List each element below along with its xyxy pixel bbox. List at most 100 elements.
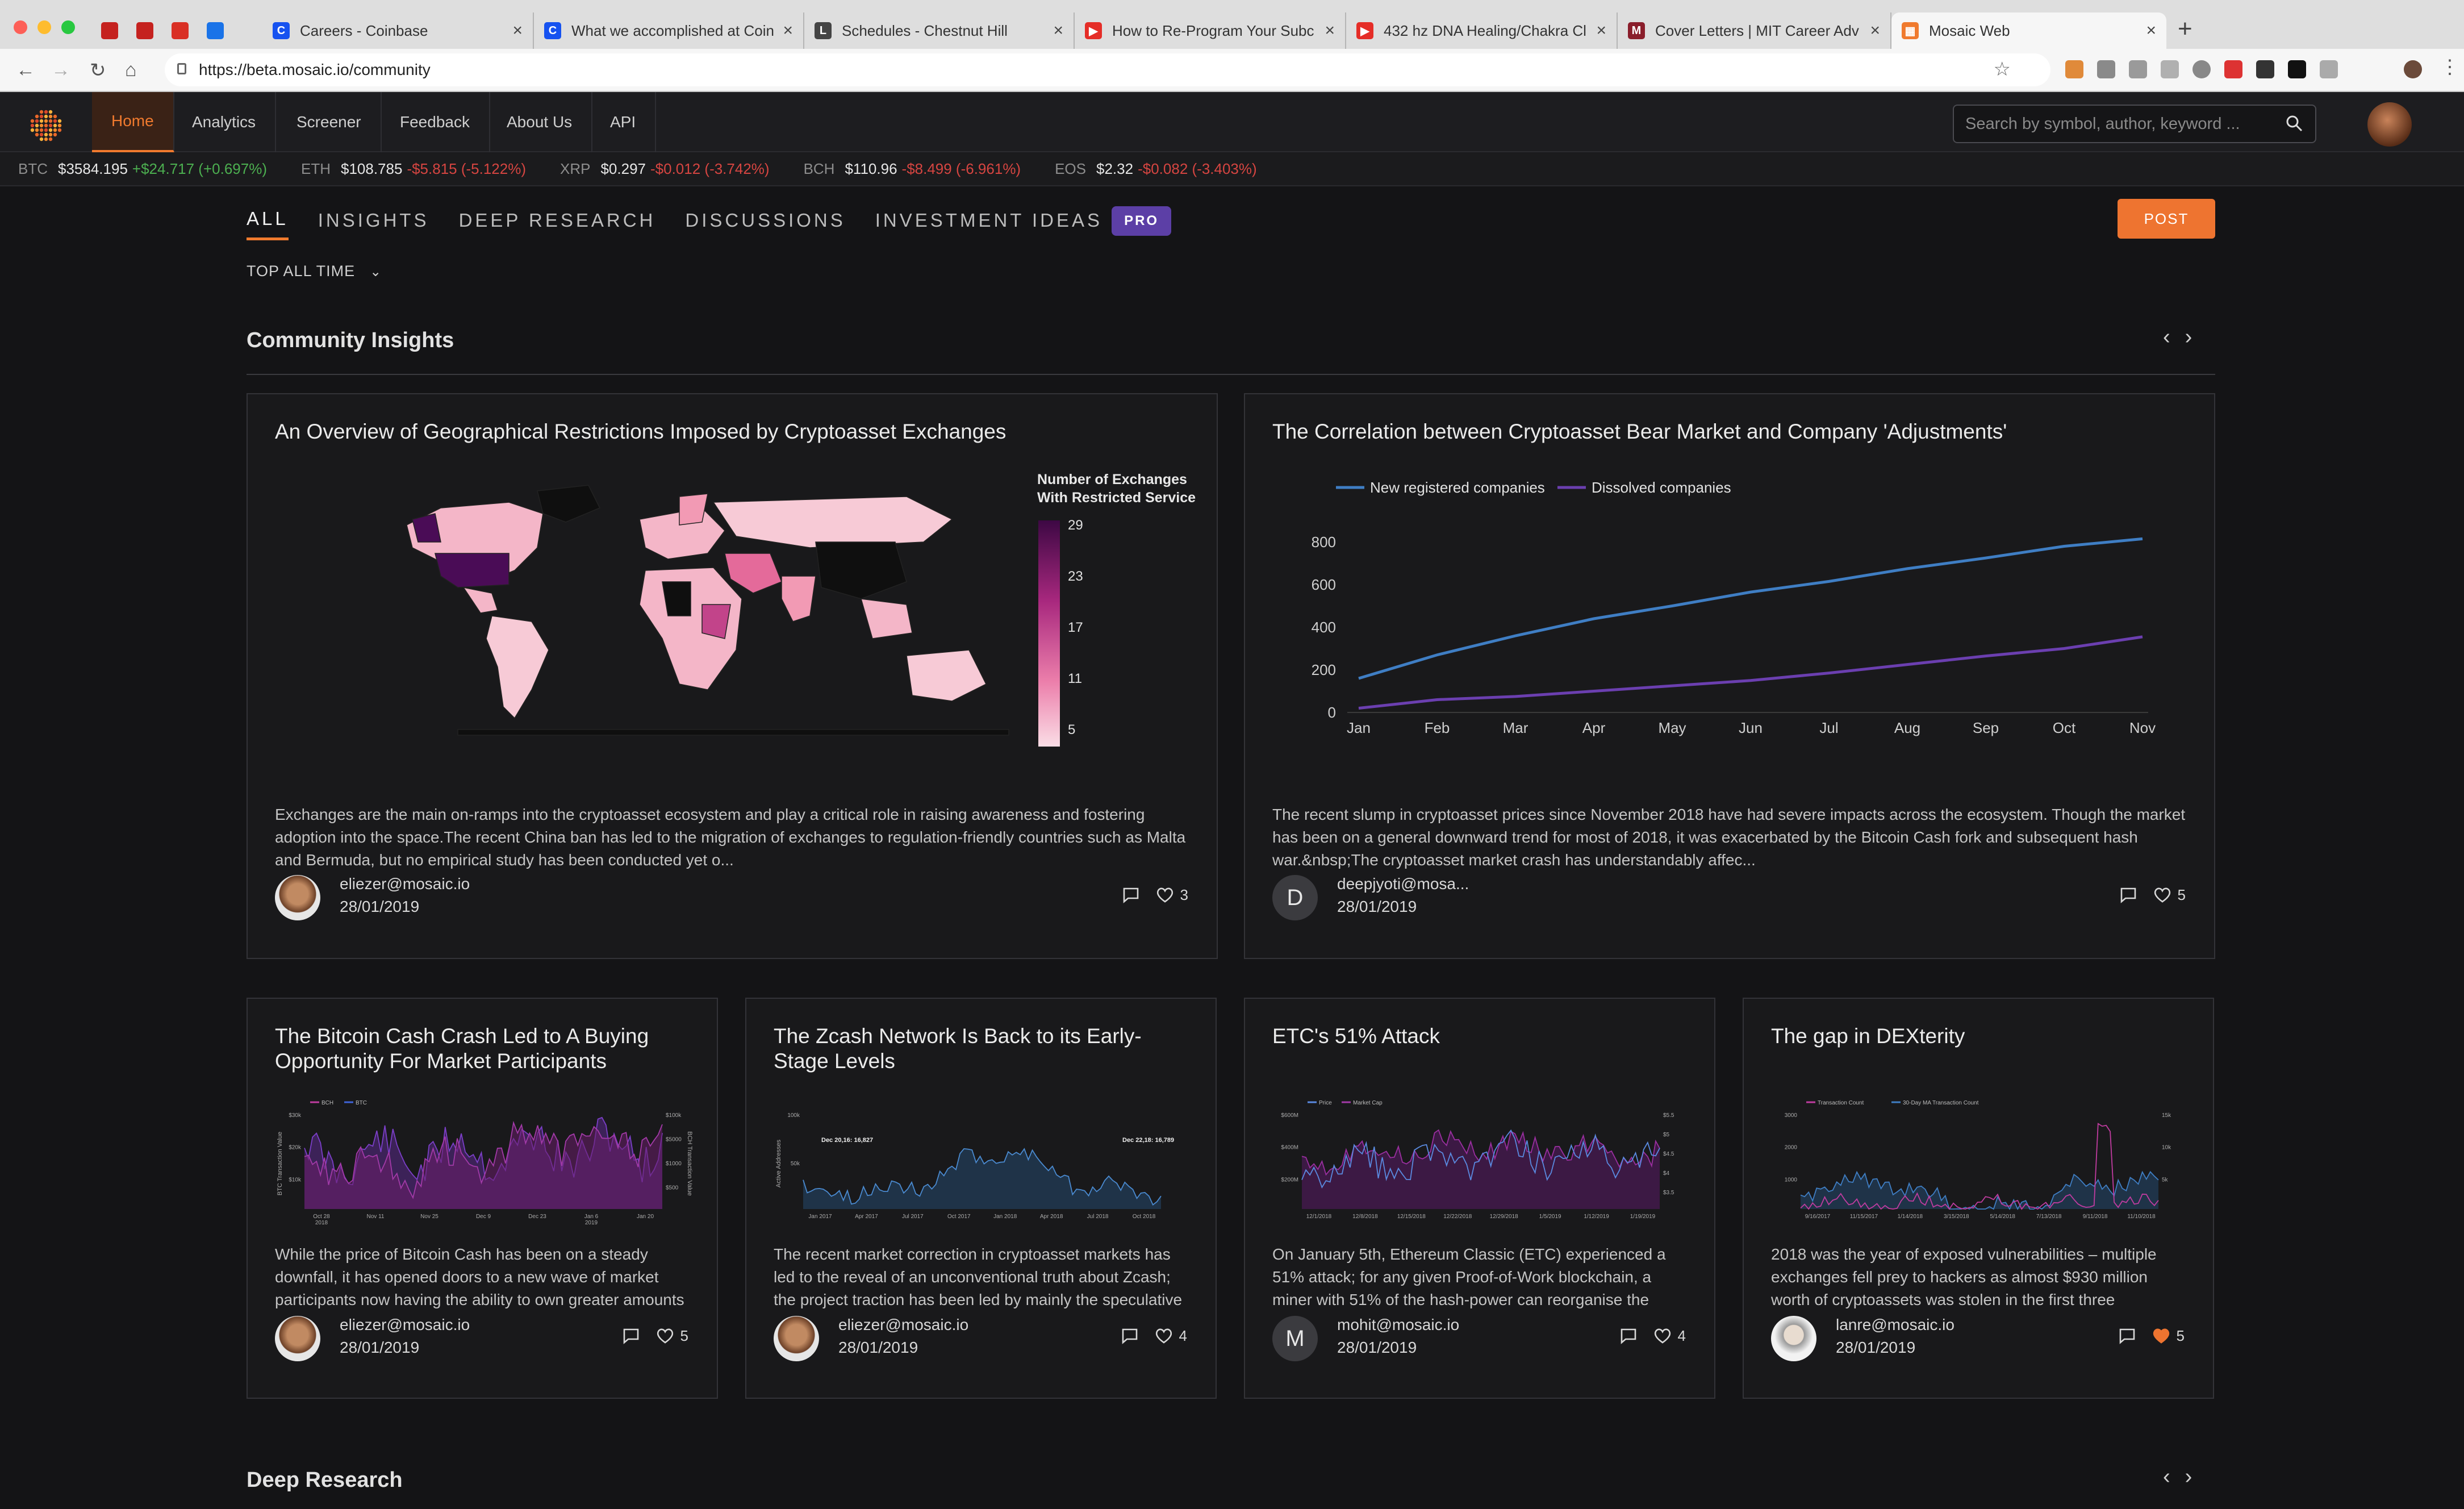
close-tab-icon[interactable]: × bbox=[1596, 21, 1606, 40]
search-input[interactable]: Search by symbol, author, keyword ... bbox=[1953, 105, 2316, 143]
browser-tab[interactable]: ▶ 432 hz DNA Healing/Chakra Cl × bbox=[1346, 12, 1618, 49]
close-tab-icon[interactable]: × bbox=[1325, 21, 1335, 40]
back-icon[interactable]: ← bbox=[16, 59, 35, 81]
browser-tab[interactable]: C Careers - Coinbase × bbox=[262, 12, 534, 49]
ticker-item[interactable]: XRP $0.297 -$0.012 (-3.742%) bbox=[560, 160, 770, 178]
profile-avatar-icon[interactable] bbox=[2404, 60, 2422, 78]
extension-icon[interactable] bbox=[2129, 60, 2147, 78]
author-avatar[interactable] bbox=[275, 875, 320, 920]
extension-icon[interactable] bbox=[2320, 60, 2338, 78]
filter-tab-all[interactable]: ALL bbox=[247, 208, 289, 240]
ticker-item[interactable]: BCH $110.96 -$8.499 (-6.961%) bbox=[804, 160, 1021, 178]
comment-icon[interactable] bbox=[621, 1326, 641, 1345]
like-heart-icon[interactable] bbox=[1154, 1326, 1173, 1345]
card-title[interactable]: ETC's 51% Attack bbox=[1272, 1024, 1692, 1049]
shield-icon[interactable] bbox=[2097, 60, 2115, 78]
author-email[interactable]: deepjyoti@mosa... bbox=[1337, 873, 1469, 895]
mosaic-logo[interactable] bbox=[27, 107, 65, 144]
browser-tab[interactable]: C What we accomplished at Coin × bbox=[534, 12, 804, 49]
insight-card[interactable]: The Bitcoin Cash Crash Led to A Buying O… bbox=[247, 998, 718, 1399]
new-tab-button[interactable]: + bbox=[2178, 15, 2192, 43]
extension-icon[interactable] bbox=[2288, 60, 2306, 78]
card-title[interactable]: The Correlation between Cryptoasset Bear… bbox=[1272, 419, 2191, 444]
author-avatar[interactable] bbox=[774, 1316, 819, 1361]
nav-analytics[interactable]: Analytics bbox=[173, 92, 277, 152]
chevron-right-icon[interactable]: › bbox=[2185, 325, 2207, 349]
comment-icon[interactable] bbox=[2119, 885, 2138, 904]
insight-card[interactable]: The Zcash Network Is Back to its Early-S… bbox=[745, 998, 1217, 1399]
nav-screener[interactable]: Screener bbox=[277, 92, 382, 152]
like-heart-icon[interactable] bbox=[2152, 1326, 2171, 1345]
search-icon[interactable] bbox=[2286, 115, 2303, 132]
extension-icon[interactable] bbox=[2065, 60, 2083, 78]
sort-dropdown[interactable]: TOP ALL TIME ⌄ bbox=[247, 262, 382, 280]
browser-tab[interactable] bbox=[91, 12, 126, 49]
ticker-item[interactable]: ETH $108.785 -$5.815 (-5.122%) bbox=[301, 160, 526, 178]
author-email[interactable]: eliezer@mosaic.io bbox=[838, 1314, 968, 1336]
ticker-item[interactable]: BTC $3584.195 +$24.717 (+0.697%) bbox=[18, 160, 267, 178]
extension-icon[interactable] bbox=[2224, 60, 2242, 78]
forward-icon[interactable]: → bbox=[51, 59, 70, 81]
post-button[interactable]: POST bbox=[2118, 199, 2215, 239]
insight-card[interactable]: The Correlation between Cryptoasset Bear… bbox=[1244, 393, 2215, 959]
author-avatar[interactable] bbox=[1771, 1316, 1816, 1361]
nav-home[interactable]: Home bbox=[92, 92, 174, 152]
comment-icon[interactable] bbox=[1619, 1326, 1638, 1345]
card-title[interactable]: The Bitcoin Cash Crash Led to A Buying O… bbox=[275, 1024, 694, 1074]
card-title[interactable]: The Zcash Network Is Back to its Early-S… bbox=[774, 1024, 1193, 1074]
chevron-left-icon[interactable]: ‹ bbox=[2163, 325, 2185, 349]
maximize-window-button[interactable] bbox=[61, 20, 75, 34]
comment-icon[interactable] bbox=[2118, 1326, 2137, 1345]
chevron-left-icon[interactable]: ‹ bbox=[2163, 1465, 2185, 1489]
close-tab-icon[interactable]: × bbox=[783, 21, 793, 40]
close-tab-icon[interactable]: × bbox=[512, 21, 523, 40]
filter-tab-discussions[interactable]: DISCUSSIONS bbox=[685, 210, 845, 239]
author-avatar[interactable] bbox=[275, 1316, 320, 1361]
browser-tab[interactable]: M Cover Letters | MIT Career Adv × bbox=[1618, 12, 1891, 49]
close-window-button[interactable] bbox=[14, 20, 27, 34]
like-heart-icon[interactable] bbox=[655, 1326, 675, 1345]
reload-icon[interactable]: ↻ bbox=[90, 59, 106, 82]
extension-icon[interactable] bbox=[2192, 60, 2211, 78]
browser-tab[interactable]: ▶ How to Re-Program Your Subc × bbox=[1075, 12, 1346, 49]
comment-icon[interactable] bbox=[1120, 1326, 1139, 1345]
bookmark-star-icon[interactable]: ☆ bbox=[1994, 58, 2011, 81]
chevron-right-icon[interactable]: › bbox=[2185, 1465, 2207, 1489]
comment-icon[interactable] bbox=[1121, 885, 1141, 904]
nav-about-us[interactable]: About Us bbox=[487, 92, 593, 152]
pocket-icon[interactable] bbox=[2256, 60, 2274, 78]
author-email[interactable]: eliezer@mosaic.io bbox=[340, 1314, 470, 1336]
menu-dots-icon[interactable]: ⋮ bbox=[2440, 56, 2459, 78]
nav-api[interactable]: API bbox=[591, 92, 657, 152]
filter-tab-investment-ideas[interactable]: INVESTMENT IDEAS bbox=[875, 210, 1102, 239]
close-tab-icon[interactable]: × bbox=[2146, 21, 2156, 40]
card-title[interactable]: The gap in DEXterity bbox=[1771, 1024, 2190, 1049]
user-avatar[interactable] bbox=[2367, 102, 2412, 147]
browser-tab[interactable]: ▦ Mosaic Web × bbox=[1891, 12, 2166, 49]
like-heart-icon[interactable] bbox=[2153, 885, 2172, 904]
author-avatar[interactable]: D bbox=[1272, 875, 1318, 920]
insight-card[interactable]: An Overview of Geographical Restrictions… bbox=[247, 393, 1218, 959]
insight-card[interactable]: ETC's 51% Attack Price Market Cap $600M $400… bbox=[1244, 998, 1715, 1399]
browser-tab[interactable] bbox=[197, 12, 232, 49]
browser-tab[interactable] bbox=[161, 12, 197, 49]
card-title[interactable]: An Overview of Geographical Restrictions… bbox=[275, 419, 1194, 444]
home-icon[interactable]: ⌂ bbox=[125, 59, 137, 81]
author-email[interactable]: eliezer@mosaic.io bbox=[340, 873, 470, 895]
minimize-window-button[interactable] bbox=[37, 20, 51, 34]
url-bar[interactable]: https://beta.mosaic.io/community ☆ bbox=[165, 53, 2050, 86]
close-tab-icon[interactable]: × bbox=[1053, 21, 1063, 40]
like-heart-icon[interactable] bbox=[1155, 885, 1175, 904]
browser-tab[interactable]: L Schedules - Chestnut Hill × bbox=[804, 12, 1075, 49]
ticker-item[interactable]: EOS $2.32 -$0.082 (-3.403%) bbox=[1055, 160, 1257, 178]
filter-tab-insights[interactable]: INSIGHTS bbox=[318, 210, 429, 239]
author-avatar[interactable]: M bbox=[1272, 1316, 1318, 1361]
extension-icon[interactable] bbox=[2161, 60, 2179, 78]
browser-tab[interactable] bbox=[126, 12, 161, 49]
nav-feedback[interactable]: Feedback bbox=[381, 92, 490, 152]
insight-card[interactable]: The gap in DEXterity Transaction Count 30-… bbox=[1743, 998, 2214, 1399]
like-heart-icon[interactable] bbox=[1653, 1326, 1672, 1345]
author-email[interactable]: mohit@mosaic.io bbox=[1337, 1314, 1459, 1336]
close-tab-icon[interactable]: × bbox=[1870, 21, 1880, 40]
author-email[interactable]: lanre@mosaic.io bbox=[1836, 1314, 1955, 1336]
